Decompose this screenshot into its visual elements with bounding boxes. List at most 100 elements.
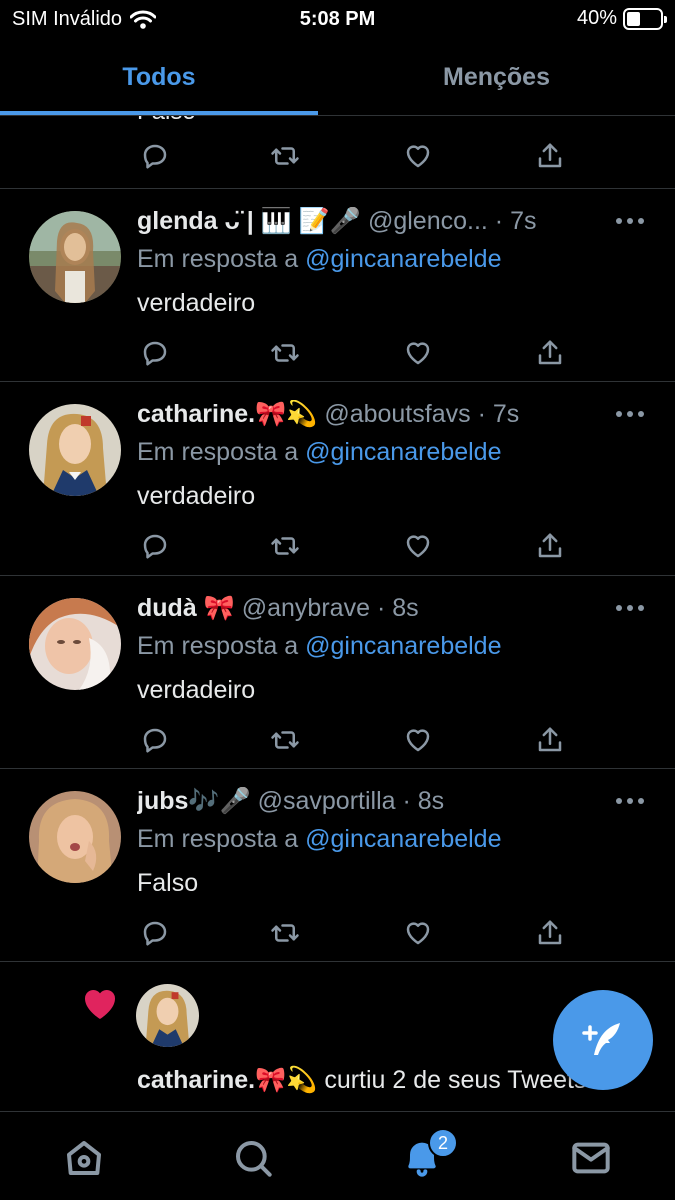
retweet-button[interactable] [267,138,303,174]
avatar[interactable] [29,598,121,690]
like-button[interactable] [400,335,436,371]
timestamp: 8s [417,787,445,815]
share-icon [538,533,562,558]
tweet-header: glenda ᴗ̈ | 🎹 📝🎤 @glenco... · 7s [137,207,617,241]
display-name[interactable]: glenda ᴗ̈ | 🎹 📝🎤 [137,207,361,235]
battery-fill [627,11,640,26]
retweet-icon [271,924,299,942]
compose-tweet-button[interactable] [553,990,653,1090]
share-icon [538,920,562,945]
like-button[interactable] [400,722,436,758]
heart-icon [406,342,430,365]
nav-search[interactable] [231,1136,275,1180]
tweet-card[interactable]: glenda ᴗ̈ | 🎹 📝🎤 @glenco... · 7s Em resp… [0,189,675,382]
more-options-icon[interactable] [616,404,644,424]
display-name[interactable]: jubs🎶🎤 [137,787,251,815]
retweet-icon [271,731,299,749]
reply-icon [143,921,167,946]
like-button[interactable] [400,138,436,174]
heart-icon [406,922,430,945]
reply-mention-link[interactable]: @gincanarebelde [305,825,501,853]
reply-mention-link[interactable]: @gincanarebelde [305,245,501,273]
avatar[interactable] [29,404,121,496]
tweet-actions [137,915,577,951]
handle[interactable]: @aboutsfavs [324,400,470,428]
avatar[interactable] [29,791,121,883]
like-button[interactable] [400,528,436,564]
reply-button[interactable] [137,138,173,174]
share-button[interactable] [532,528,568,564]
notification-tabs: Todos Menções [0,40,675,116]
nav-home[interactable] [62,1136,106,1180]
reply-button[interactable] [137,722,173,758]
tweet-header: dudà 🎀 @anybrave · 8s [137,594,617,628]
share-icon [538,727,562,752]
avatar[interactable] [136,984,199,1047]
reply-icon [143,341,167,366]
reply-mention-link[interactable]: @gincanarebelde [305,632,501,660]
handle[interactable]: @glenco... [368,207,488,235]
more-options-icon[interactable] [616,598,644,618]
mail-icon [572,1142,610,1174]
more-options-icon[interactable] [616,791,644,811]
reply-icon [143,144,167,169]
reply-prefix: Em resposta a [137,825,299,853]
share-button[interactable] [532,722,568,758]
heart-filled-icon [84,989,116,1019]
reply-icon [143,534,167,559]
reply-context: Em resposta a @gincanarebelde [137,245,502,274]
battery-group: 40% [576,7,667,30]
reply-button[interactable] [137,528,173,564]
retweet-icon [271,537,299,555]
handle[interactable]: @anybrave [242,594,370,622]
status-bar: SIM Inválido 5:08 PM 40% [0,0,675,40]
share-icon [538,143,562,168]
tweet-actions [137,335,577,371]
retweet-button[interactable] [267,528,303,564]
share-button[interactable] [532,138,568,174]
compose-icon [582,1023,620,1055]
retweet-button[interactable] [267,915,303,951]
tweet-text: verdadeiro [137,289,256,317]
reply-mention-link[interactable]: @gincanarebelde [305,438,501,466]
tab-todos[interactable]: Todos [0,40,318,114]
share-button[interactable] [532,915,568,951]
tweet-card[interactable]: jubs🎶🎤 @savportilla · 8s Em resposta a @… [0,769,675,962]
display-name[interactable]: catharine.🎀💫 [137,1066,317,1094]
heart-icon [406,729,430,752]
separator-dot: · [494,207,504,235]
reply-button[interactable] [137,915,173,951]
timestamp: 8s [392,594,419,622]
tweet-header: jubs🎶🎤 @savportilla · 8s [137,787,617,821]
tweet-text: Falso [137,869,199,897]
clock: 5:08 PM [299,8,376,30]
display-name[interactable]: catharine.🎀💫 [137,400,317,428]
share-button[interactable] [532,335,568,371]
separator-dot: · [477,400,486,428]
reply-prefix: Em resposta a [137,632,299,660]
handle[interactable]: @savportilla [258,787,396,815]
display-name[interactable]: dudà 🎀 [137,594,235,622]
like-notification-text: catharine.🎀💫 curtiu 2 de seus Tweets [137,1066,587,1095]
tweet-card[interactable]: catharine.🎀💫 @aboutsfavs · 7s Em respost… [0,382,675,575]
reply-context: Em resposta a @gincanarebelde [137,825,502,854]
more-options-icon[interactable] [616,211,644,231]
notifications-feed[interactable]: Falso glenda ᴗ̈ | 🎹 📝🎤 @glenco... · 7s [0,116,675,1112]
battery-icon [623,7,667,30]
tweet-text: verdadeiro [137,676,256,704]
tab-mencoes[interactable]: Menções [318,40,675,114]
bottom-nav [0,1111,675,1200]
retweet-button[interactable] [267,335,303,371]
reply-button[interactable] [137,335,173,371]
tweet-card[interactable]: dudà 🎀 @anybrave · 8s Em resposta a @gin… [0,576,675,769]
avatar[interactable] [29,211,121,303]
heart-icon [406,145,430,168]
search-icon [236,1141,272,1177]
like-button[interactable] [400,915,436,951]
reply-prefix: Em resposta a [137,245,299,273]
battery-percent: 40% [576,7,617,29]
tweet-header: catharine.🎀💫 @aboutsfavs · 7s [137,400,617,434]
tweet-text: Falso [137,116,196,126]
nav-messages[interactable] [569,1136,613,1180]
retweet-button[interactable] [267,722,303,758]
